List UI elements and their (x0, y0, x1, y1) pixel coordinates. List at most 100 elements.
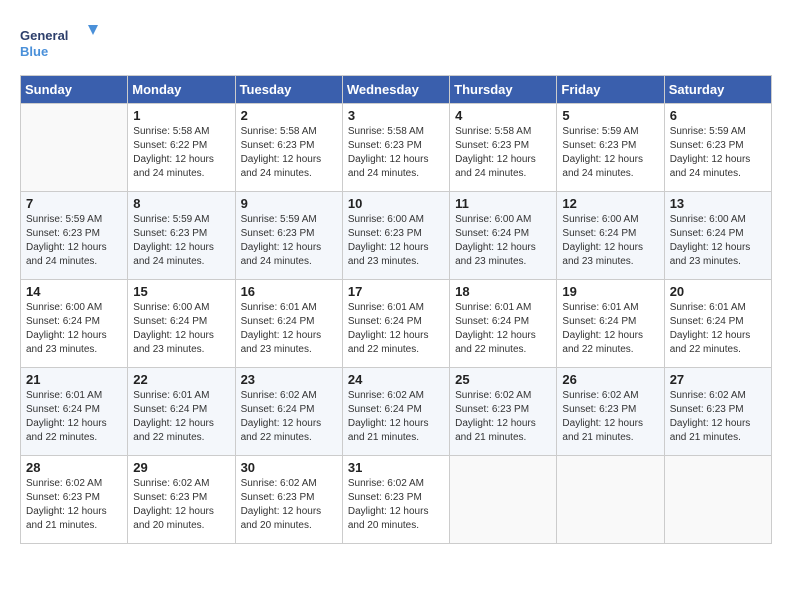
weekday-header: Wednesday (342, 76, 449, 104)
day-info: Sunrise: 6:02 AM Sunset: 6:23 PM Dayligh… (348, 477, 444, 533)
day-number: 11 (455, 196, 551, 211)
calendar-cell: 26Sunrise: 6:02 AM Sunset: 6:23 PM Dayli… (557, 368, 664, 456)
day-info: Sunrise: 5:58 AM Sunset: 6:22 PM Dayligh… (133, 125, 229, 181)
calendar-cell: 4Sunrise: 5:58 AM Sunset: 6:23 PM Daylig… (450, 104, 557, 192)
day-info: Sunrise: 6:00 AM Sunset: 6:23 PM Dayligh… (348, 213, 444, 269)
day-number: 25 (455, 372, 551, 387)
weekday-header-row: SundayMondayTuesdayWednesdayThursdayFrid… (21, 76, 772, 104)
calendar-week-row: 7 Sunrise: 5:59 AM Sunset: 6:23 PM Daylig… (21, 192, 772, 280)
day-info: Sunrise: 6:00 AM Sunset: 6:24 PM Dayligh… (562, 213, 658, 269)
day-number: 10 (348, 196, 444, 211)
day-number: 24 (348, 372, 444, 387)
calendar-cell: 25 Sunrise: 6:02 AM Sunset: 6:23 PM Dayli… (450, 368, 557, 456)
calendar-cell (21, 104, 128, 192)
calendar-week-row: 28 Sunrise: 6:02 AM Sunset: 6:23 PM Dayli… (21, 456, 772, 544)
calendar-cell: 12 Sunrise: 6:00 AM Sunset: 6:24 PM Dayli… (557, 192, 664, 280)
day-number: 3 (348, 108, 444, 123)
weekday-header: Tuesday (235, 76, 342, 104)
weekday-header: Thursday (450, 76, 557, 104)
calendar-cell: 27 Sunrise: 6:02 AM Sunset: 6:23 PM Dayli… (664, 368, 771, 456)
day-info: Sunrise: 6:02 AM Sunset: 6:24 PM Dayligh… (348, 389, 444, 445)
calendar-cell: 23 Sunrise: 6:02 AM Sunset: 6:24 PM Dayli… (235, 368, 342, 456)
page-header: General Blue (20, 20, 772, 65)
calendar-cell: 28 Sunrise: 6:02 AM Sunset: 6:23 PM Dayli… (21, 456, 128, 544)
day-number: 27 (670, 372, 766, 387)
calendar-cell: 16Sunrise: 6:01 AM Sunset: 6:24 PM Dayli… (235, 280, 342, 368)
day-info: Sunrise: 6:01 AM Sunset: 6:24 PM Dayligh… (670, 301, 766, 357)
calendar-cell: 11Sunrise: 6:00 AM Sunset: 6:24 PM Dayli… (450, 192, 557, 280)
day-info: Sunrise: 6:01 AM Sunset: 6:24 PM Dayligh… (133, 389, 229, 445)
calendar-cell: 7Sunrise: 5:59 AM Sunset: 6:23 PM Daylig… (21, 192, 128, 280)
day-number: 22 (133, 372, 229, 387)
day-info: Sunrise: 6:00 AM Sunset: 6:24 PM Dayligh… (26, 301, 122, 357)
calendar-week-row: 14Sunrise: 6:00 AM Sunset: 6:24 PM Dayli… (21, 280, 772, 368)
calendar-cell: 20 Sunrise: 6:01 AM Sunset: 6:24 PM Dayli… (664, 280, 771, 368)
calendar-cell: 10 Sunrise: 6:00 AM Sunset: 6:23 PM Dayli… (342, 192, 449, 280)
calendar-week-row: 1 Sunrise: 5:58 AM Sunset: 6:22 PM Daylig… (21, 104, 772, 192)
day-info: Sunrise: 6:02 AM Sunset: 6:23 PM Dayligh… (133, 477, 229, 533)
day-info: Sunrise: 6:02 AM Sunset: 6:23 PM Dayligh… (26, 477, 122, 533)
day-number: 19 (562, 284, 658, 299)
calendar-cell: 5 Sunrise: 5:59 AM Sunset: 6:23 PM Daylig… (557, 104, 664, 192)
day-number: 21 (26, 372, 122, 387)
day-number: 6 (670, 108, 766, 123)
day-number: 23 (241, 372, 337, 387)
day-info: Sunrise: 5:58 AM Sunset: 6:23 PM Dayligh… (348, 125, 444, 181)
day-info: Sunrise: 6:01 AM Sunset: 6:24 PM Dayligh… (241, 301, 337, 357)
calendar-cell: 31 Sunrise: 6:02 AM Sunset: 6:23 PM Dayli… (342, 456, 449, 544)
calendar-cell: 30 Sunrise: 6:02 AM Sunset: 6:23 PM Dayli… (235, 456, 342, 544)
day-info: Sunrise: 6:02 AM Sunset: 6:23 PM Dayligh… (670, 389, 766, 445)
calendar-cell (664, 456, 771, 544)
calendar-cell: 17 Sunrise: 6:01 AM Sunset: 6:24 PM Dayli… (342, 280, 449, 368)
day-number: 17 (348, 284, 444, 299)
day-info: Sunrise: 6:02 AM Sunset: 6:24 PM Dayligh… (241, 389, 337, 445)
logo: General Blue (20, 20, 100, 65)
day-number: 9 (241, 196, 337, 211)
day-number: 12 (562, 196, 658, 211)
day-number: 31 (348, 460, 444, 475)
calendar-cell: 18Sunrise: 6:01 AM Sunset: 6:24 PM Dayli… (450, 280, 557, 368)
day-number: 2 (241, 108, 337, 123)
day-info: Sunrise: 5:59 AM Sunset: 6:23 PM Dayligh… (670, 125, 766, 181)
calendar-cell: 29 Sunrise: 6:02 AM Sunset: 6:23 PM Dayli… (128, 456, 235, 544)
calendar-cell: 19Sunrise: 6:01 AM Sunset: 6:24 PM Dayli… (557, 280, 664, 368)
weekday-header: Sunday (21, 76, 128, 104)
day-info: Sunrise: 6:02 AM Sunset: 6:23 PM Dayligh… (241, 477, 337, 533)
logo-svg: General Blue (20, 20, 100, 65)
calendar-cell: 8 Sunrise: 5:59 AM Sunset: 6:23 PM Daylig… (128, 192, 235, 280)
calendar-table: SundayMondayTuesdayWednesdayThursdayFrid… (20, 75, 772, 544)
calendar-cell: 6 Sunrise: 5:59 AM Sunset: 6:23 PM Daylig… (664, 104, 771, 192)
calendar-cell (557, 456, 664, 544)
day-info: Sunrise: 6:02 AM Sunset: 6:23 PM Dayligh… (455, 389, 551, 445)
day-number: 13 (670, 196, 766, 211)
day-number: 18 (455, 284, 551, 299)
day-number: 5 (562, 108, 658, 123)
calendar-cell: 2Sunrise: 5:58 AM Sunset: 6:23 PM Daylig… (235, 104, 342, 192)
calendar-cell (450, 456, 557, 544)
day-number: 28 (26, 460, 122, 475)
svg-text:Blue: Blue (20, 44, 48, 59)
day-info: Sunrise: 6:01 AM Sunset: 6:24 PM Dayligh… (348, 301, 444, 357)
day-info: Sunrise: 6:01 AM Sunset: 6:24 PM Dayligh… (26, 389, 122, 445)
day-info: Sunrise: 5:59 AM Sunset: 6:23 PM Dayligh… (562, 125, 658, 181)
day-number: 26 (562, 372, 658, 387)
day-number: 4 (455, 108, 551, 123)
day-number: 20 (670, 284, 766, 299)
day-number: 30 (241, 460, 337, 475)
day-info: Sunrise: 6:00 AM Sunset: 6:24 PM Dayligh… (133, 301, 229, 357)
day-number: 29 (133, 460, 229, 475)
day-number: 8 (133, 196, 229, 211)
calendar-week-row: 21 Sunrise: 6:01 AM Sunset: 6:24 PM Dayli… (21, 368, 772, 456)
calendar-cell: 22 Sunrise: 6:01 AM Sunset: 6:24 PM Dayli… (128, 368, 235, 456)
day-info: Sunrise: 5:59 AM Sunset: 6:23 PM Dayligh… (133, 213, 229, 269)
calendar-cell: 13Sunrise: 6:00 AM Sunset: 6:24 PM Dayli… (664, 192, 771, 280)
day-number: 7 (26, 196, 122, 211)
calendar-cell: 3 Sunrise: 5:58 AM Sunset: 6:23 PM Daylig… (342, 104, 449, 192)
calendar-cell: 14Sunrise: 6:00 AM Sunset: 6:24 PM Dayli… (21, 280, 128, 368)
calendar-cell: 9Sunrise: 5:59 AM Sunset: 6:23 PM Daylig… (235, 192, 342, 280)
calendar-cell: 15Sunrise: 6:00 AM Sunset: 6:24 PM Dayli… (128, 280, 235, 368)
day-number: 1 (133, 108, 229, 123)
weekday-header: Friday (557, 76, 664, 104)
calendar-cell: 21 Sunrise: 6:01 AM Sunset: 6:24 PM Dayli… (21, 368, 128, 456)
calendar-cell: 24 Sunrise: 6:02 AM Sunset: 6:24 PM Dayli… (342, 368, 449, 456)
